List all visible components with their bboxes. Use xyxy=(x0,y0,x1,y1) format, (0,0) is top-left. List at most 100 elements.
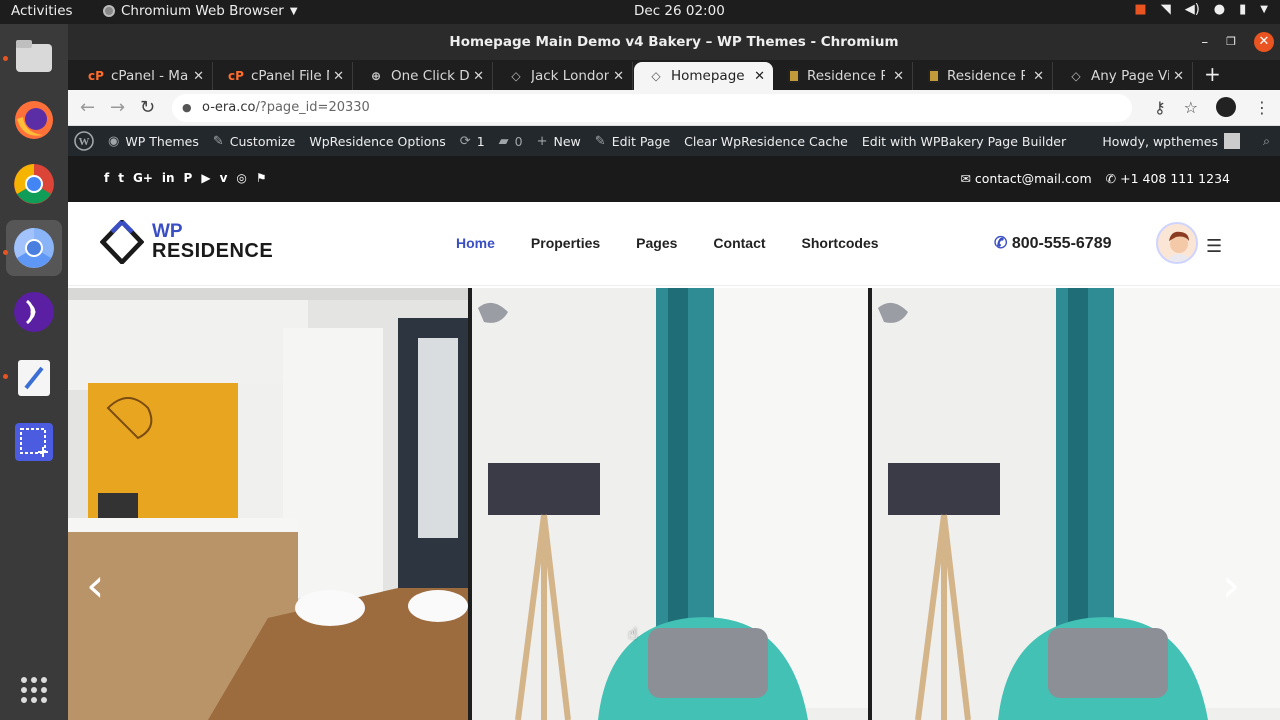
close-icon[interactable]: ✕ xyxy=(333,69,344,84)
slide-image-living-room-2 xyxy=(868,288,1280,720)
tab-any-page[interactable]: ◇ Any Page Vi ✕ xyxy=(1054,62,1193,90)
vimeo-icon[interactable]: v xyxy=(220,171,228,185)
google-plus-icon[interactable]: G+ xyxy=(133,171,153,185)
admin-comments-link[interactable]: ▰ 0 xyxy=(499,134,523,149)
slider-prev-arrow-icon[interactable]: ‹ xyxy=(86,558,104,612)
admin-wpbakery-link[interactable]: Edit with WPBakery Page Builder xyxy=(862,134,1066,149)
tab-jack-london[interactable]: ◇ Jack London ✕ xyxy=(494,62,633,90)
nav-home[interactable]: Home xyxy=(456,235,495,251)
menu-dots-icon[interactable]: ⋮ xyxy=(1254,98,1270,117)
site-logo[interactable]: WP RESIDENCE xyxy=(100,220,273,264)
hamburger-menu-icon[interactable]: ☰ xyxy=(1206,236,1222,257)
key-icon[interactable]: ⚷ xyxy=(1154,98,1166,117)
pinterest-icon[interactable]: P xyxy=(184,171,193,185)
tab-label: One Click De xyxy=(391,68,469,84)
close-icon[interactable]: ✕ xyxy=(893,69,904,84)
updates-count: 1 xyxy=(476,133,485,149)
back-icon[interactable]: ← xyxy=(80,97,95,118)
chromium-icon[interactable] xyxy=(6,220,62,276)
text-editor-icon[interactable] xyxy=(12,356,56,400)
tab-label: Jack London xyxy=(531,68,609,84)
residence-icon xyxy=(928,69,940,83)
admin-edit-page-link[interactable]: ✎ Edit Page xyxy=(595,134,670,149)
tab-homepage-active[interactable]: ◇ Homepage M ✕ xyxy=(634,62,773,90)
nav-contact[interactable]: Contact xyxy=(713,235,765,251)
tab-cpanel-file[interactable]: cP cPanel File M ✕ xyxy=(214,62,353,90)
header-phone-number: 800-555-6789 xyxy=(1011,235,1112,252)
podcast-icon[interactable] xyxy=(12,290,56,334)
tab-residence-2[interactable]: Residence R ✕ xyxy=(914,62,1053,90)
close-icon[interactable]: ✕ xyxy=(754,69,765,84)
screen-record-icon: ■ xyxy=(1134,2,1147,17)
email-link[interactable]: ✉ contact@mail.com xyxy=(960,171,1091,186)
admin-options-link[interactable]: WpResidence Options xyxy=(309,134,445,149)
app-menu[interactable]: Chromium Web Browser ▼ xyxy=(103,3,298,19)
url-host: o-era.co xyxy=(202,100,256,115)
header-phone[interactable]: ✆ 800-555-6789 xyxy=(994,233,1112,253)
tab-strip: cP cPanel - Mai ✕ cP cPanel File M ✕ ⊕ O… xyxy=(68,60,1280,90)
app-grid-icon[interactable] xyxy=(12,668,56,712)
clock[interactable]: Dec 26 02:00 xyxy=(634,3,725,19)
user-avatar[interactable] xyxy=(1156,222,1198,264)
facebook-icon[interactable]: f xyxy=(104,171,109,185)
phone-icon: ✆ xyxy=(994,235,1008,252)
chrome-icon[interactable] xyxy=(12,162,56,206)
youtube-icon[interactable]: ▶ xyxy=(201,171,210,185)
system-tray[interactable]: ■ ◥ ◀) ● ▮ ▼ xyxy=(1134,2,1268,17)
lock-icon: ● xyxy=(182,101,192,114)
running-indicator xyxy=(3,56,8,61)
close-icon[interactable]: ✕ xyxy=(473,69,484,84)
activities-button[interactable]: Activities xyxy=(11,3,73,19)
maximize-icon[interactable]: ❐ xyxy=(1226,24,1236,60)
nav-shortcodes[interactable]: Shortcodes xyxy=(802,235,879,251)
minimize-icon[interactable]: – xyxy=(1201,24,1208,60)
wordpress-logo-icon[interactable]: W xyxy=(74,131,94,151)
close-icon[interactable]: ✕ xyxy=(193,69,204,84)
screenshot-icon[interactable] xyxy=(12,420,56,464)
close-icon[interactable]: ✕ xyxy=(1033,69,1044,84)
foursquare-icon[interactable]: ⚑ xyxy=(256,171,267,185)
tab-label: Residence R xyxy=(947,68,1025,84)
admin-site-link[interactable]: ◉ WP Themes xyxy=(108,134,199,149)
tab-cpanel-main[interactable]: cP cPanel - Mai ✕ xyxy=(74,62,213,90)
hero-slider[interactable]: ‹ › ☝ xyxy=(68,288,1280,720)
tab-one-click[interactable]: ⊕ One Click De ✕ xyxy=(354,62,493,90)
admin-new-link[interactable]: + New xyxy=(537,134,581,149)
running-indicator xyxy=(3,374,8,379)
brush-icon: ✎ xyxy=(212,133,224,149)
close-icon[interactable]: ✕ xyxy=(613,69,624,84)
address-bar[interactable]: ● o-era.co/?page_id=20330 xyxy=(172,94,1132,122)
admin-updates-link[interactable]: ⟳ 1 xyxy=(460,134,485,149)
linkedin-icon[interactable]: in xyxy=(162,171,175,185)
profile-icon[interactable] xyxy=(1216,97,1236,117)
admin-edit-page-label: Edit Page xyxy=(611,133,671,149)
tab-label: Any Page Vi xyxy=(1091,68,1169,84)
star-icon[interactable]: ☆ xyxy=(1184,98,1198,117)
close-icon[interactable]: ✕ xyxy=(1254,32,1274,52)
nav-pages[interactable]: Pages xyxy=(636,235,677,251)
chromium-icon xyxy=(103,5,115,17)
forward-icon[interactable]: → xyxy=(110,97,125,118)
instagram-icon[interactable]: ◎ xyxy=(236,171,246,185)
firefox-icon[interactable] xyxy=(12,98,56,142)
search-icon[interactable]: ⌕ xyxy=(1263,133,1270,149)
tab-residence-1[interactable]: Residence R ✕ xyxy=(774,62,913,90)
twitter-icon[interactable]: t xyxy=(118,171,124,185)
dock xyxy=(0,24,68,720)
diamond-icon: ◇ xyxy=(511,69,521,83)
slider-next-arrow-icon[interactable]: › xyxy=(1222,558,1240,612)
browser-toolbar: ← → ↻ ● o-era.co/?page_id=20330 ⚷ ☆ ⋮ xyxy=(68,90,1280,126)
chevron-down-icon: ▼ xyxy=(289,5,298,17)
new-tab-button[interactable]: + xyxy=(1204,62,1221,86)
reload-icon[interactable]: ↻ xyxy=(140,97,155,118)
close-icon[interactable]: ✕ xyxy=(1173,69,1184,84)
files-icon[interactable] xyxy=(12,34,56,78)
window-titlebar[interactable]: Homepage Main Demo v4 Bakery – WP Themes… xyxy=(68,24,1280,60)
nav-properties[interactable]: Properties xyxy=(531,235,600,251)
admin-clear-cache-link[interactable]: Clear WpResidence Cache xyxy=(684,134,848,149)
comments-count: 0 xyxy=(514,133,523,149)
phone-link[interactable]: ✆ +1 408 111 1234 xyxy=(1106,171,1230,186)
wifi-icon: ◥ xyxy=(1160,2,1171,17)
admin-account-menu[interactable]: Howdy, wpthemes xyxy=(1102,133,1240,149)
admin-customize-link[interactable]: ✎ Customize xyxy=(213,134,296,149)
